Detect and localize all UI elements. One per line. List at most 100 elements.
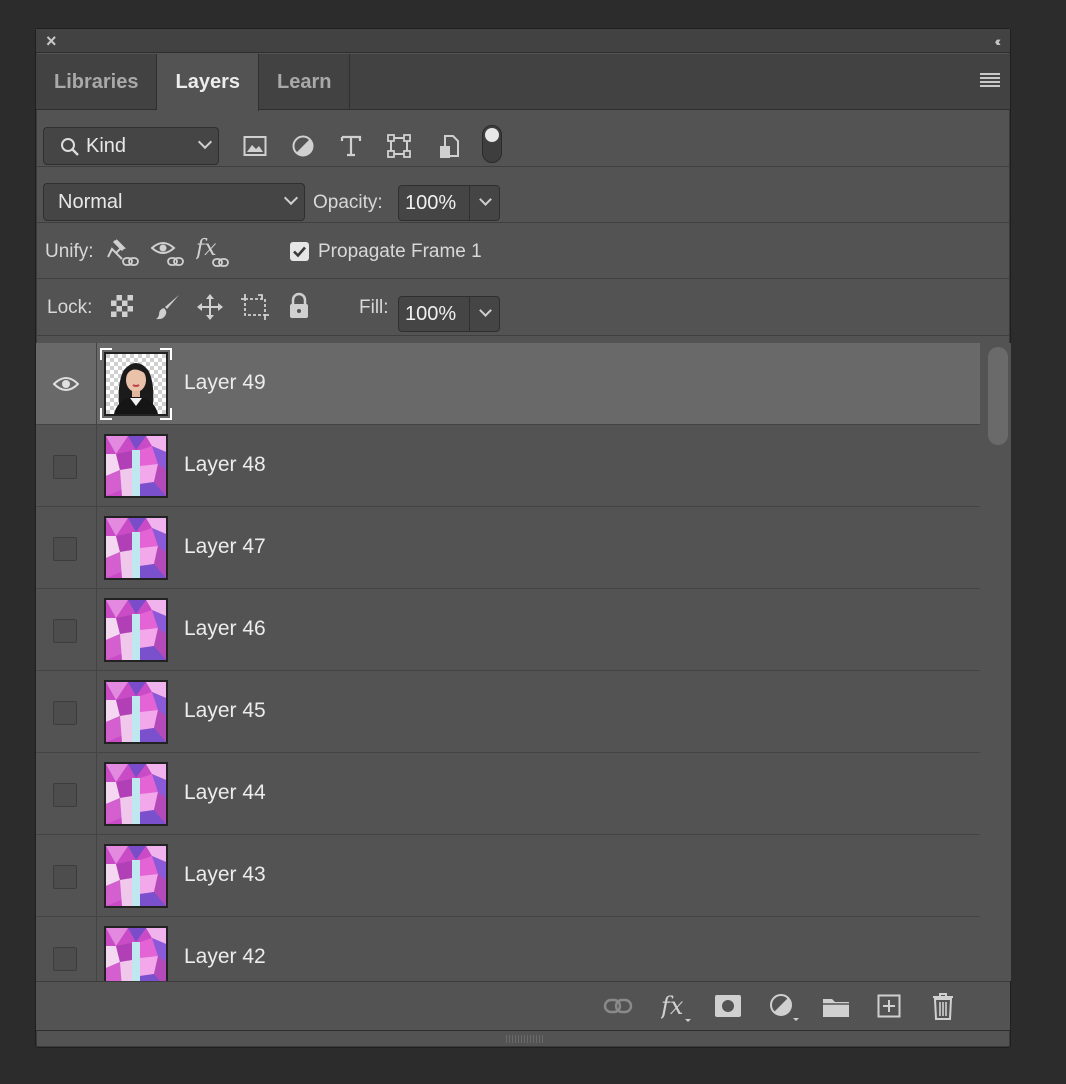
unify-label: Unify: <box>45 241 94 262</box>
visibility-column[interactable] <box>36 753 97 835</box>
layer-row[interactable]: Layer 45 <box>36 671 980 753</box>
visibility-column[interactable] <box>36 425 97 507</box>
smart-object-filter-icon[interactable] <box>437 134 461 160</box>
fill-slider-button[interactable] <box>470 296 500 332</box>
layer-thumbnail[interactable] <box>104 762 168 826</box>
tab-bar: Libraries Layers Learn <box>36 54 1010 111</box>
layer-thumbnail[interactable] <box>104 516 168 580</box>
group-folder-icon[interactable] <box>822 995 850 1019</box>
pattern-thumbnail <box>106 518 166 578</box>
trash-icon[interactable] <box>932 992 954 1020</box>
lock-row: Lock: Fill: 100% <box>36 279 1010 336</box>
chevron-down-icon <box>283 190 299 206</box>
collapse-icon[interactable]: ‹‹ <box>995 33 1002 49</box>
layer-name[interactable]: Layer 43 <box>184 863 266 887</box>
visibility-toggle[interactable] <box>53 865 77 889</box>
visibility-column[interactable] <box>36 835 97 917</box>
blend-mode-dropdown[interactable]: Normal <box>43 183 305 221</box>
pattern-thumbnail <box>106 928 166 981</box>
opacity-input[interactable]: 100% <box>398 185 470 221</box>
panel-menu-icon[interactable] <box>980 73 1000 89</box>
type-filter-icon[interactable] <box>339 134 363 158</box>
search-icon <box>61 138 79 156</box>
visibility-toggle[interactable] <box>53 537 77 561</box>
fill-input[interactable]: 100% <box>398 296 470 332</box>
layer-row[interactable]: Layer 49 <box>36 343 980 425</box>
layer-name[interactable]: Layer 49 <box>184 371 266 395</box>
layers-list: Layer 49 Layer 48 Layer 47 Layer 46 Laye… <box>36 343 980 981</box>
visibility-toggle[interactable] <box>53 783 77 807</box>
layer-row[interactable]: Layer 46 <box>36 589 980 671</box>
kind-filter-dropdown[interactable]: Kind <box>43 127 219 165</box>
layer-thumbnail[interactable] <box>104 598 168 662</box>
lock-all-icon[interactable] <box>288 292 310 320</box>
layer-row[interactable]: Layer 42 <box>36 917 980 981</box>
layer-thumbnail[interactable] <box>104 352 168 416</box>
pattern-thumbnail <box>106 436 166 496</box>
layer-thumbnail[interactable] <box>104 926 168 981</box>
visibility-column[interactable] <box>36 917 97 981</box>
visibility-toggle[interactable] <box>53 455 77 479</box>
svg-text:fx: fx <box>196 236 217 261</box>
layer-row[interactable]: Layer 48 <box>36 425 980 507</box>
unify-position-icon[interactable] <box>106 237 142 269</box>
checkmark-icon <box>293 246 306 258</box>
tab-learn[interactable]: Learn <box>259 54 351 110</box>
layer-row[interactable]: Layer 43 <box>36 835 980 917</box>
chevron-down-icon <box>479 193 492 206</box>
layer-name[interactable]: Layer 46 <box>184 617 266 641</box>
eye-icon[interactable] <box>53 376 79 392</box>
blend-mode-value: Normal <box>58 191 123 213</box>
lock-position-icon[interactable] <box>196 293 224 321</box>
layer-row[interactable]: Layer 44 <box>36 753 980 835</box>
tab-libraries[interactable]: Libraries <box>36 54 158 110</box>
opacity-label: Opacity: <box>313 192 383 213</box>
svg-text:fx: fx <box>661 992 684 1020</box>
layer-name[interactable]: Layer 42 <box>184 945 266 969</box>
filter-toggle-switch[interactable] <box>482 125 502 163</box>
link-layers-icon[interactable] <box>603 996 633 1016</box>
unify-row: Unify: fx Propagate Frame 1 <box>36 223 1010 279</box>
close-icon[interactable]: × <box>46 29 57 53</box>
visibility-column[interactable] <box>36 589 97 671</box>
visibility-toggle[interactable] <box>53 947 77 971</box>
lock-transparent-pixels-icon[interactable] <box>111 295 133 317</box>
blend-row: Normal Opacity: 100% <box>36 167 1010 223</box>
layer-name[interactable]: Layer 44 <box>184 781 266 805</box>
lock-artboard-icon[interactable] <box>240 293 270 321</box>
fx-icon[interactable]: fx <box>661 992 693 1024</box>
chevron-down-icon <box>197 134 213 150</box>
unify-visibility-icon[interactable] <box>151 237 187 269</box>
visibility-column[interactable] <box>36 507 97 589</box>
layers-scrollbar[interactable] <box>980 343 1011 981</box>
layer-name[interactable]: Layer 48 <box>184 453 266 477</box>
visibility-column[interactable] <box>36 671 97 753</box>
panel-titlebar: × ‹‹ <box>36 29 1010 53</box>
layer-name[interactable]: Layer 47 <box>184 535 266 559</box>
image-filter-icon[interactable] <box>243 135 267 157</box>
scrollbar-thumb[interactable] <box>988 347 1008 445</box>
adjustment-filter-icon[interactable] <box>291 134 315 158</box>
propagate-frame-checkbox[interactable] <box>290 242 309 261</box>
kind-label: Kind <box>86 135 127 157</box>
layer-mask-icon[interactable] <box>715 995 741 1017</box>
layer-thumbnail[interactable] <box>104 680 168 744</box>
unify-style-icon[interactable]: fx <box>196 235 232 269</box>
layer-row[interactable]: Layer 47 <box>36 507 980 589</box>
tab-layers[interactable]: Layers <box>157 54 259 111</box>
opacity-slider-button[interactable] <box>470 185 500 221</box>
layer-thumbnail[interactable] <box>104 844 168 908</box>
shape-filter-icon[interactable] <box>387 134 411 158</box>
panel-resize-grip[interactable] <box>506 1035 544 1043</box>
new-layer-icon[interactable] <box>877 994 901 1018</box>
layers-panel: × ‹‹ Libraries Layers Learn Kind Normal … <box>35 28 1011 1048</box>
adjustment-layer-icon[interactable] <box>769 993 801 1023</box>
visibility-column[interactable] <box>36 343 97 425</box>
pattern-thumbnail <box>106 846 166 906</box>
layer-name[interactable]: Layer 45 <box>184 699 266 723</box>
visibility-toggle[interactable] <box>53 619 77 643</box>
layer-thumbnail[interactable] <box>104 434 168 498</box>
pattern-thumbnail <box>106 682 166 742</box>
lock-image-pixels-icon[interactable] <box>155 293 181 321</box>
visibility-toggle[interactable] <box>53 701 77 725</box>
